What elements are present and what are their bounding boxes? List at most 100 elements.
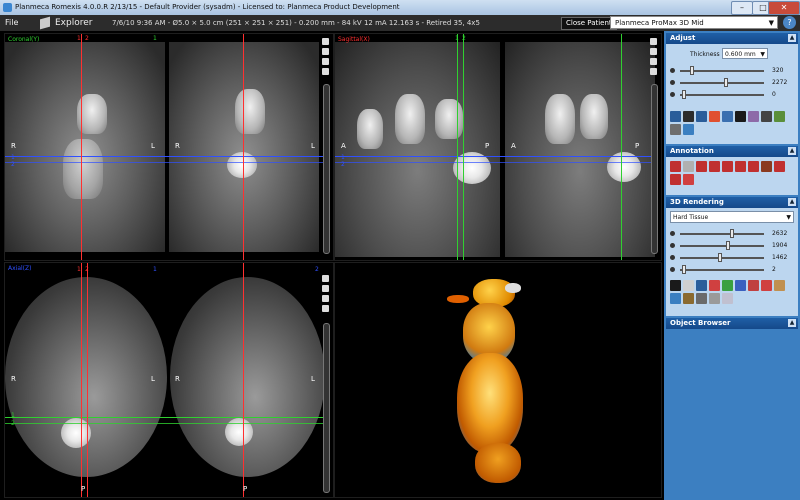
slider-track[interactable] — [680, 245, 764, 247]
slider-value: 320 — [772, 67, 784, 74]
render-3d-view[interactable] — [334, 262, 662, 498]
implant-tool-icon[interactable] — [670, 174, 681, 185]
slider-thumb[interactable] — [690, 66, 694, 75]
contrast-tool-icon[interactable] — [683, 111, 694, 122]
adjust-header[interactable]: Adjust ▲ — [666, 33, 798, 44]
window-icon[interactable] — [322, 275, 329, 282]
thickness-select[interactable]: 0.600 mm ▼ — [722, 48, 768, 59]
sagittal-view[interactable]: Sagittal(X) 1 2 A P A P 1 2 — [334, 33, 662, 261]
layers-icon[interactable] — [322, 285, 329, 292]
slider-track[interactable] — [680, 94, 764, 96]
camera-icon[interactable] — [650, 68, 657, 75]
rendering-tools — [670, 280, 794, 304]
slider-thumb[interactable] — [730, 229, 734, 238]
collapse-icon[interactable]: ▲ — [788, 34, 796, 42]
slider-thumb[interactable] — [682, 90, 686, 99]
camera-icon[interactable] — [322, 305, 329, 312]
layers-icon[interactable] — [322, 48, 329, 55]
camera-icon[interactable] — [322, 68, 329, 75]
coronal-view[interactable]: Coronal(Y) 1 2 1 R L R L 1 2 — [4, 33, 334, 261]
filter-tool-icon[interactable] — [748, 111, 759, 122]
slider-thumb[interactable] — [718, 253, 722, 262]
sagittal-scrollbar[interactable] — [651, 84, 658, 254]
grid-tool-icon[interactable] — [670, 124, 681, 135]
close-window-button[interactable]: ✕ — [768, 1, 800, 15]
sagittal-slice-right — [505, 42, 655, 257]
coronal-slice-right — [169, 42, 319, 252]
slider-value: 1904 — [772, 242, 788, 249]
palette-icon[interactable] — [696, 293, 707, 304]
axial-view[interactable]: Axial(Z) 1 2 1 2 R L R L P P 1 2 — [4, 262, 334, 498]
marker-icon[interactable] — [683, 174, 694, 185]
angle-tool-icon[interactable] — [696, 161, 707, 172]
thickness-label: Thickness — [690, 51, 720, 58]
color-tool-icon[interactable] — [774, 111, 785, 122]
box-icon[interactable] — [761, 280, 772, 291]
brightness-icon — [670, 267, 675, 272]
warning-icon[interactable] — [322, 295, 329, 302]
coronal-scrollbar[interactable] — [323, 84, 330, 254]
sharpen-tool-icon[interactable] — [696, 111, 707, 122]
device-select-value: Planmeca ProMax 3D Mid — [615, 19, 704, 27]
explorer-cube-icon[interactable] — [40, 16, 50, 30]
blue-plane-icon[interactable] — [735, 280, 746, 291]
window-icon[interactable] — [322, 38, 329, 45]
slice-tool-icon[interactable] — [709, 280, 720, 291]
object-browser-header[interactable]: Object Browser ▲ — [666, 318, 798, 329]
close-patient-button[interactable]: Close Patient — [561, 17, 617, 30]
landscape-icon[interactable] — [735, 111, 746, 122]
line-number: 2 — [462, 35, 466, 42]
line-tool-icon[interactable] — [670, 161, 681, 172]
crop-icon[interactable] — [748, 280, 759, 291]
file-menu[interactable]: File — [5, 15, 18, 31]
rendering-header[interactable]: 3D Rendering ▲ — [666, 197, 798, 208]
collapse-icon[interactable]: ▲ — [788, 198, 796, 206]
collapse-icon[interactable]: ▲ — [788, 319, 796, 327]
orientation-left: L — [311, 142, 315, 150]
skull-icon[interactable] — [774, 280, 785, 291]
help-icon[interactable]: ? — [783, 16, 796, 29]
collapse-icon[interactable]: ▲ — [788, 147, 796, 155]
delete-icon[interactable] — [761, 161, 772, 172]
wand-icon[interactable] — [709, 293, 720, 304]
measure-tool-icon[interactable] — [761, 111, 772, 122]
minimize-button[interactable]: – — [731, 1, 753, 15]
annotation-header[interactable]: Annotation ▲ — [666, 146, 798, 157]
text-tool-icon[interactable] — [722, 161, 733, 172]
warning-icon[interactable] — [322, 58, 329, 65]
orientation-posterior: P — [81, 485, 86, 493]
slider-track[interactable] — [680, 233, 764, 235]
slider-thumb[interactable] — [682, 265, 686, 274]
explorer-button[interactable]: Explorer — [55, 15, 92, 31]
rendering-preset-select[interactable]: Hard Tissue ▼ — [670, 211, 794, 223]
image-tool-icon[interactable] — [670, 111, 681, 122]
slider-thumb[interactable] — [724, 78, 728, 87]
brightness-icon — [670, 92, 675, 97]
ruler-icon[interactable] — [683, 161, 694, 172]
slice-tool-icon[interactable] — [722, 111, 733, 122]
rotate-icon[interactable] — [670, 293, 681, 304]
area-tool-icon[interactable] — [748, 161, 759, 172]
slider-track[interactable] — [680, 257, 764, 259]
green-plane-icon[interactable] — [722, 280, 733, 291]
clip-tool-icon[interactable] — [696, 280, 707, 291]
render-mode-icon[interactable] — [670, 280, 681, 291]
skeleton-icon[interactable] — [683, 280, 694, 291]
warning-icon[interactable] — [650, 58, 657, 65]
pencil-tool-icon[interactable] — [709, 111, 720, 122]
slider-track[interactable] — [680, 269, 764, 271]
orientation-anterior: A — [341, 142, 346, 150]
lock-icon[interactable] — [683, 293, 694, 304]
circle-tool-icon[interactable] — [735, 161, 746, 172]
nerve-tool-icon[interactable] — [774, 161, 785, 172]
axial-scrollbar[interactable] — [323, 323, 330, 493]
export-icon[interactable] — [683, 124, 694, 135]
layers-icon[interactable] — [650, 48, 657, 55]
device-select[interactable]: Planmeca ProMax 3D Mid ▼ — [610, 16, 778, 29]
arrow-tool-icon[interactable] — [709, 161, 720, 172]
slider-track[interactable] — [680, 82, 764, 84]
skull-3d-icon[interactable] — [722, 293, 733, 304]
window-icon[interactable] — [650, 38, 657, 45]
slider-thumb[interactable] — [726, 241, 730, 250]
brightness-icon — [670, 68, 675, 73]
